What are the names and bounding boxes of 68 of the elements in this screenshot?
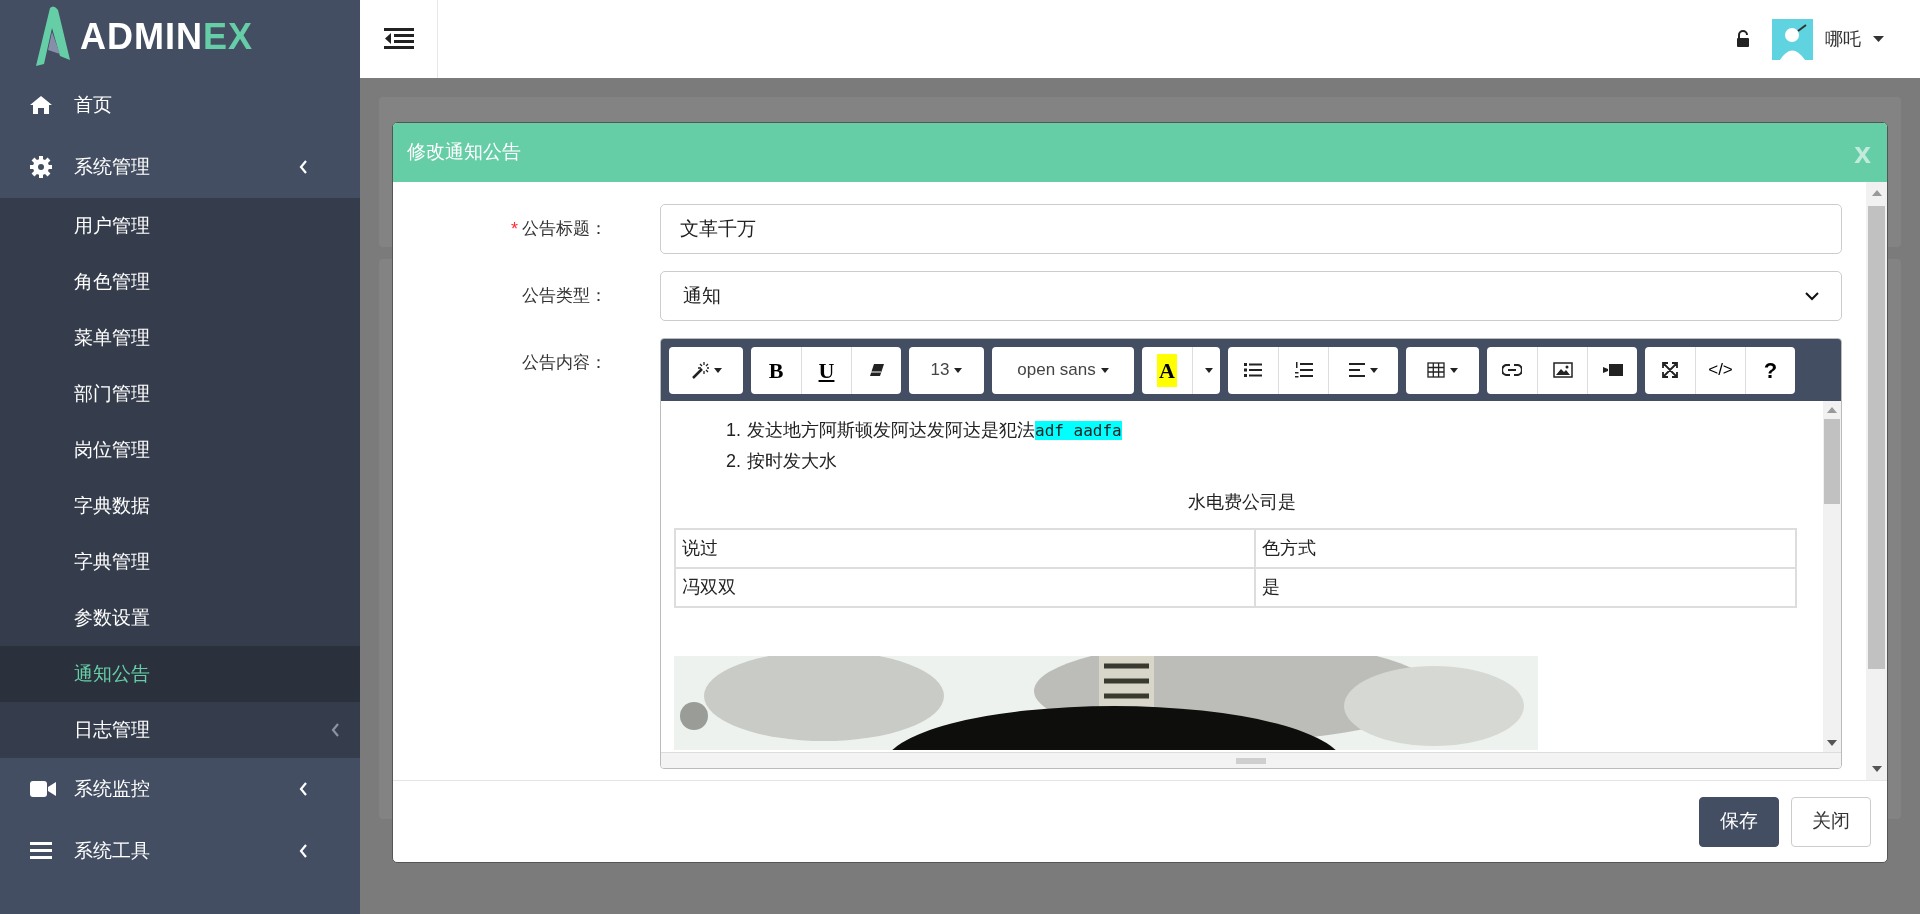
- sidebar-item[interactable]: 系统工具: [0, 820, 360, 882]
- field-label: 公告内容：: [522, 352, 607, 374]
- close-button[interactable]: 关闭: [1791, 796, 1871, 847]
- sidebar-subitem[interactable]: 用户管理: [0, 198, 360, 254]
- sidebar-subitem[interactable]: 字典管理: [0, 534, 360, 590]
- scroll-thumb[interactable]: [1824, 419, 1840, 504]
- select-field[interactable]: 通知: [660, 271, 1842, 321]
- field-label: 公告类型：: [522, 285, 607, 308]
- field-label: 公告标题：: [522, 218, 607, 241]
- video-icon: [1602, 363, 1623, 377]
- sidebar-subitem[interactable]: 参数设置: [0, 590, 360, 646]
- sidebar-item[interactable]: 首页: [0, 74, 360, 136]
- table-cell: 说过: [675, 529, 1255, 568]
- toolbar-button[interactable]: U: [801, 346, 851, 394]
- scroll-thumb[interactable]: [1868, 206, 1885, 669]
- toolbar-button[interactable]: ?: [1745, 346, 1795, 394]
- required-asterisk: *: [511, 217, 518, 241]
- lock-icon[interactable]: [1736, 30, 1750, 48]
- grip-icon: [1236, 757, 1266, 764]
- video-camera-icon: [30, 780, 56, 798]
- scroll-up-icon: [1827, 407, 1837, 413]
- align-left-icon: [1349, 363, 1365, 377]
- paragraph-text: 水电费公司是: [1186, 491, 1297, 514]
- list-item-text: 按时发大水: [747, 450, 837, 473]
- scrollbar[interactable]: [1823, 401, 1841, 752]
- table-grid-icon: [1427, 362, 1445, 378]
- fullscreen-icon: [1662, 362, 1678, 378]
- bullet-list-icon: [1244, 363, 1262, 377]
- chevron-down-icon: [1805, 291, 1819, 301]
- list-item-text: 发达地方阿斯顿发阿达发阿达是犯法adf aadfa: [747, 419, 1122, 442]
- menu-toggle-icon[interactable]: [383, 28, 414, 50]
- dialog-title: 修改通知公告: [407, 140, 522, 165]
- toolbar-button[interactable]: B: [751, 346, 801, 394]
- scroll-down-icon: [1871, 766, 1882, 772]
- sidebar-item[interactable]: 系统管理: [0, 136, 360, 198]
- menu-icon: [30, 842, 52, 860]
- scroll-down-icon: [1827, 740, 1837, 746]
- sidebar-subitem[interactable]: 日志管理: [0, 702, 360, 758]
- settings-icon: [30, 156, 52, 178]
- image-icon: [1552, 362, 1573, 378]
- sidebar-subitem[interactable]: 角色管理: [0, 254, 360, 310]
- scroll-up-icon: [1871, 190, 1882, 196]
- toolbar-button[interactable]: </>: [1695, 346, 1745, 394]
- list-number: 2.: [726, 450, 742, 473]
- text-input[interactable]: 文革千万: [660, 204, 1842, 254]
- table-cell: 是: [1255, 568, 1796, 607]
- sidebar-subitem[interactable]: 字典数据: [0, 478, 360, 534]
- toolbar-button[interactable]: 13: [909, 346, 984, 394]
- list-number: 1.: [726, 419, 742, 442]
- scrollbar[interactable]: [1866, 182, 1887, 780]
- table-cell: 冯双双: [675, 568, 1255, 607]
- table-cell: 色方式: [1255, 529, 1796, 568]
- sidebar-subitem[interactable]: 通知公告: [0, 646, 360, 702]
- save-button[interactable]: 保存: [1699, 796, 1779, 847]
- sidebar-item[interactable]: 系统监控: [0, 758, 360, 820]
- sidebar-subitem[interactable]: 部门管理: [0, 366, 360, 422]
- sidebar-subitem[interactable]: 菜单管理: [0, 310, 360, 366]
- link-icon: [1502, 364, 1522, 376]
- logo-text: ADMINEX: [80, 15, 253, 59]
- toolbar-button[interactable]: open sans: [992, 346, 1134, 394]
- eraser-icon: [868, 363, 885, 377]
- magic-wand-icon: [690, 361, 709, 379]
- sidebar-subitem[interactable]: 岗位管理: [0, 422, 360, 478]
- home-icon: [30, 96, 52, 114]
- numbered-list-icon: [1294, 362, 1313, 378]
- user-name[interactable]: 哪吒: [1825, 25, 1861, 53]
- caret-icon[interactable]: [1873, 36, 1884, 42]
- rich-text-editor[interactable]: B U 13 open sans A </> ? 1. 发达地方阿斯顿发阿达发阿达是犯法adf aadfa 2. 按时发大水 水电费公司是 说过 色方式 冯双双 是: [660, 338, 1842, 769]
